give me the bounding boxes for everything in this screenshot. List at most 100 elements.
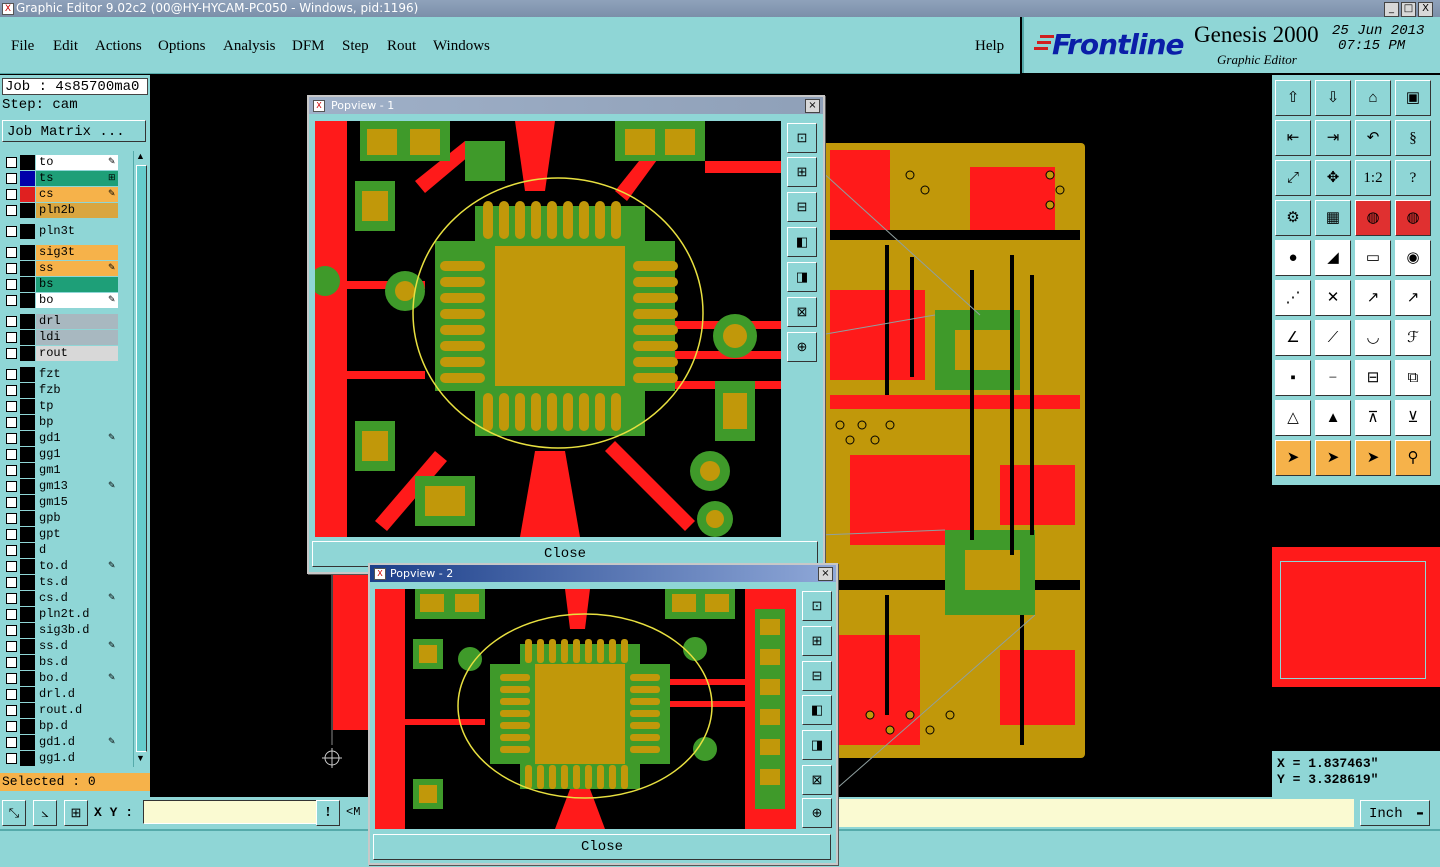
layer-name[interactable]: bo <box>36 293 118 308</box>
units-select[interactable]: Inch ▬ <box>1360 800 1430 826</box>
layer-name[interactable]: gg1 <box>36 447 118 462</box>
alert-icon[interactable]: ! <box>316 800 340 826</box>
menu-windows[interactable]: Windows <box>433 38 490 55</box>
layer-color-swatch[interactable] <box>20 293 35 308</box>
layer-row[interactable]: fzb <box>0 383 122 398</box>
layer-checkbox[interactable] <box>6 705 17 716</box>
scroll-thumb[interactable] <box>136 165 147 752</box>
connect-icon[interactable]: ⋰ <box>1275 280 1311 316</box>
layer-color-swatch[interactable] <box>20 479 35 494</box>
pan-left-icon[interactable]: ◧ <box>787 227 817 257</box>
layer-name[interactable]: ldi <box>36 330 118 345</box>
add-point-icon[interactable]: ↗ <box>1395 280 1431 316</box>
layer-checkbox[interactable] <box>6 263 17 274</box>
layer-color-swatch[interactable] <box>20 751 35 766</box>
pointer-box-icon[interactable]: ➤ <box>1315 440 1351 476</box>
home-up-icon[interactable]: ⇧ <box>1275 80 1311 116</box>
layer-scrollbar[interactable]: ▲ ▼ <box>133 151 148 767</box>
layer-name[interactable]: fzt <box>36 367 118 382</box>
step-right-icon[interactable]: ⇥ <box>1315 120 1351 156</box>
layer-color-swatch[interactable] <box>20 415 35 430</box>
layer-checkbox[interactable] <box>6 545 17 556</box>
layer-color-swatch[interactable] <box>20 511 35 526</box>
zoom-fit-icon[interactable]: ⊡ <box>787 123 817 153</box>
layer-row[interactable]: to.d ✎ <box>0 559 122 574</box>
zoom-in-icon[interactable]: ⊞ <box>787 157 817 187</box>
add-line-icon[interactable]: ↗ <box>1355 280 1391 316</box>
layer-checkbox[interactable] <box>6 433 17 444</box>
layer-checkbox[interactable] <box>6 721 17 732</box>
layer-row[interactable]: gpt <box>0 527 122 542</box>
layer-checkbox[interactable] <box>6 369 17 380</box>
tri2-icon[interactable]: ▲ <box>1315 400 1351 436</box>
layer-name[interactable]: rout <box>36 346 118 361</box>
layer-name[interactable]: gd1.d <box>36 735 118 750</box>
layer-name[interactable]: sig3b.d <box>36 623 118 638</box>
layer-color-swatch[interactable] <box>20 447 35 462</box>
zoom-in-icon[interactable]: ⊞ <box>802 626 832 656</box>
layer-row[interactable]: fzt <box>0 367 122 382</box>
layer-name[interactable]: cs.d <box>36 591 118 606</box>
popview-1-canvas[interactable] <box>315 121 781 537</box>
layer-row[interactable]: ss.d ✎ <box>0 639 122 654</box>
circle-select-icon[interactable]: ◉ <box>1395 240 1431 276</box>
ff-icon[interactable]: ℱ <box>1395 320 1431 356</box>
layer-name[interactable]: ts <box>36 171 118 186</box>
menu-help[interactable]: Help <box>975 38 1004 55</box>
maximize-button[interactable]: □ <box>1401 2 1416 17</box>
layer-row[interactable]: rout <box>0 346 122 361</box>
layer-color-swatch[interactable] <box>20 495 35 510</box>
layer-checkbox[interactable] <box>6 641 17 652</box>
menu-dfm[interactable]: DFM <box>292 38 325 55</box>
snake-icon[interactable]: § <box>1395 120 1431 156</box>
layer-color-swatch[interactable] <box>20 261 35 276</box>
layer-row[interactable]: ldi <box>0 330 122 345</box>
pad-icon[interactable]: ● <box>1275 240 1311 276</box>
layer-row[interactable]: ts ⊞ <box>0 171 122 186</box>
layer-color-swatch[interactable] <box>20 543 35 558</box>
layer-name[interactable]: sig3t <box>36 245 118 260</box>
layer-name[interactable]: bo.d <box>36 671 118 686</box>
menu-file[interactable]: File <box>11 38 34 55</box>
layer-row[interactable]: cs.d ✎ <box>0 591 122 606</box>
layer-color-swatch[interactable] <box>20 399 35 414</box>
minimize-button[interactable]: _ <box>1384 2 1399 17</box>
xy-input[interactable] <box>143 800 317 824</box>
layer-color-swatch[interactable] <box>20 655 35 670</box>
zoom-center-icon[interactable]: ⊕ <box>802 798 832 828</box>
help-icon[interactable]: ? <box>1395 160 1431 196</box>
layer-row[interactable]: d <box>0 543 122 558</box>
layer-name[interactable]: gpt <box>36 527 118 542</box>
layer-name[interactable]: bp <box>36 415 118 430</box>
layer-checkbox[interactable] <box>6 449 17 460</box>
net-select-icon[interactable]: ⚲ <box>1395 440 1431 476</box>
layer-checkbox[interactable] <box>6 279 17 290</box>
layer-name[interactable]: gm15 <box>36 495 118 510</box>
layer-checkbox[interactable] <box>6 316 17 327</box>
layer-checkbox[interactable] <box>6 226 17 237</box>
layer-color-swatch[interactable] <box>20 719 35 734</box>
popview-2-titlebar[interactable]: X Popview - 2 × <box>370 565 836 582</box>
pan-right-icon[interactable]: ◨ <box>802 730 832 760</box>
layer-color-swatch[interactable] <box>20 431 35 446</box>
layer-row[interactable]: gm13 ✎ <box>0 479 122 494</box>
job-matrix-button[interactable]: Job Matrix ... <box>2 120 146 142</box>
layer-color-swatch[interactable] <box>20 463 35 478</box>
signal-icon[interactable]: ◍ <box>1355 200 1391 236</box>
layer-row[interactable]: drl <box>0 314 122 329</box>
layer-row[interactable]: bo ✎ <box>0 293 122 308</box>
grid-icon[interactable]: ▦ <box>1315 200 1351 236</box>
layer-checkbox[interactable] <box>6 332 17 343</box>
zoom-out-icon[interactable]: ⊟ <box>802 661 832 691</box>
layer-name[interactable]: gm13 <box>36 479 118 494</box>
layer-color-swatch[interactable] <box>20 277 35 292</box>
grid-mode-icon[interactable]: ⊞ <box>64 800 88 826</box>
layer-row[interactable]: ts.d <box>0 575 122 590</box>
scroll-down-arrow-icon[interactable]: ▼ <box>135 753 146 763</box>
layer-row[interactable]: sig3t <box>0 245 122 260</box>
layer-checkbox[interactable] <box>6 173 17 184</box>
zoom-area-icon[interactable]: ⊠ <box>787 297 817 327</box>
layer-color-swatch[interactable] <box>20 187 35 202</box>
zoom-fit-icon[interactable]: ⊡ <box>802 591 832 621</box>
pan-left-icon[interactable]: ◧ <box>802 695 832 725</box>
